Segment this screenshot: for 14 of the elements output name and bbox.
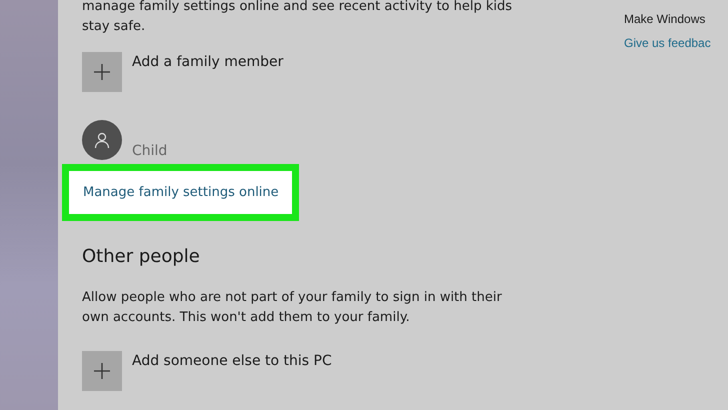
side-text: Make Windows — [624, 12, 706, 26]
description-text: Allow people who are not part of your family to sign in with their own accounts. This won't add them to your family. — [82, 289, 503, 327]
manage-family-link[interactable]: Manage family settings online — [83, 185, 279, 200]
add-member-label[interactable]: Add a family member — [132, 52, 284, 70]
plus-icon — [93, 362, 111, 380]
member-name: Child — [132, 143, 168, 159]
add-someone-button[interactable] — [82, 351, 122, 391]
add-someone-label[interactable]: Add someone else to this PC — [132, 351, 332, 369]
add-member-button[interactable] — [82, 52, 122, 92]
intro-text: manage family settings online and see recent activity to help kids stay safe. — [82, 0, 514, 36]
avatar-icon[interactable] — [82, 120, 122, 160]
section-heading: Other people — [82, 245, 201, 269]
feedback-link[interactable]: Give us feedbac — [624, 36, 711, 50]
plus-icon — [93, 63, 111, 81]
